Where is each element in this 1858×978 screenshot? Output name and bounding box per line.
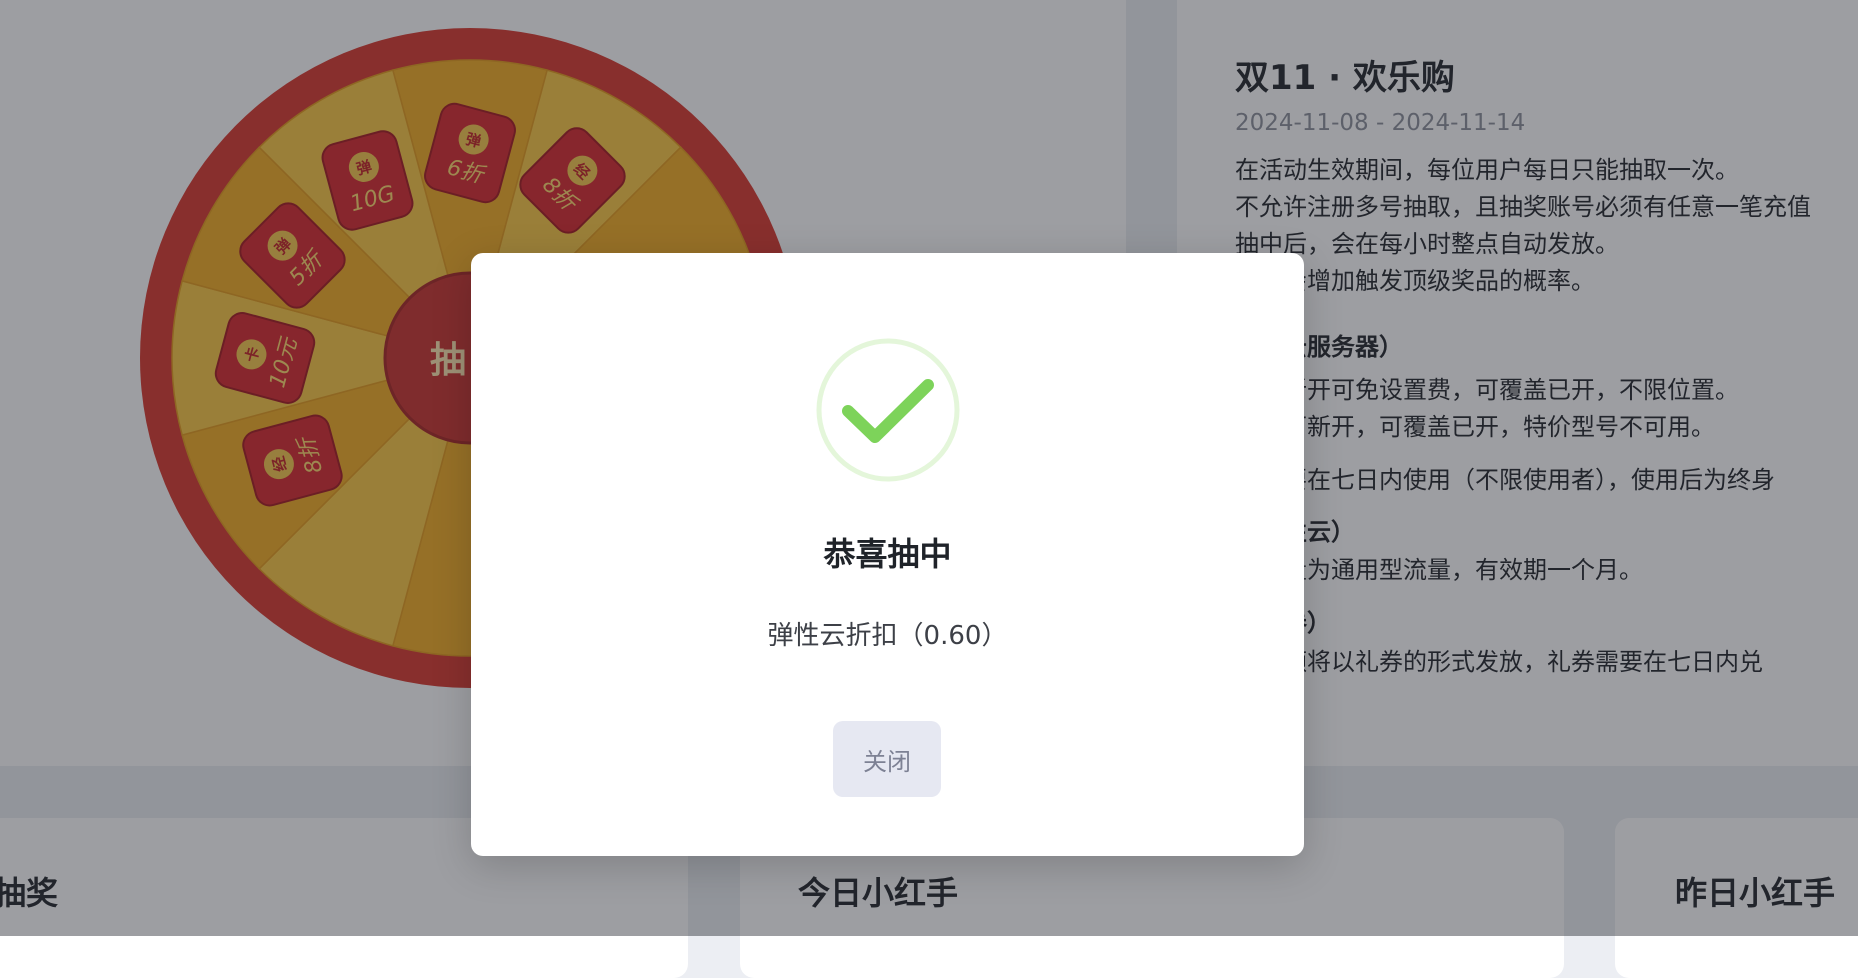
check-circle-icon xyxy=(816,338,960,482)
close-button[interactable]: 关闭 xyxy=(833,721,941,797)
prize-result-dialog: 恭喜抽中 弹性云折扣（0.60） 关闭 xyxy=(471,253,1304,856)
prize-result-text: 弹性云折扣（0.60） xyxy=(767,621,1008,651)
dialog-title: 恭喜抽中 xyxy=(823,535,952,573)
